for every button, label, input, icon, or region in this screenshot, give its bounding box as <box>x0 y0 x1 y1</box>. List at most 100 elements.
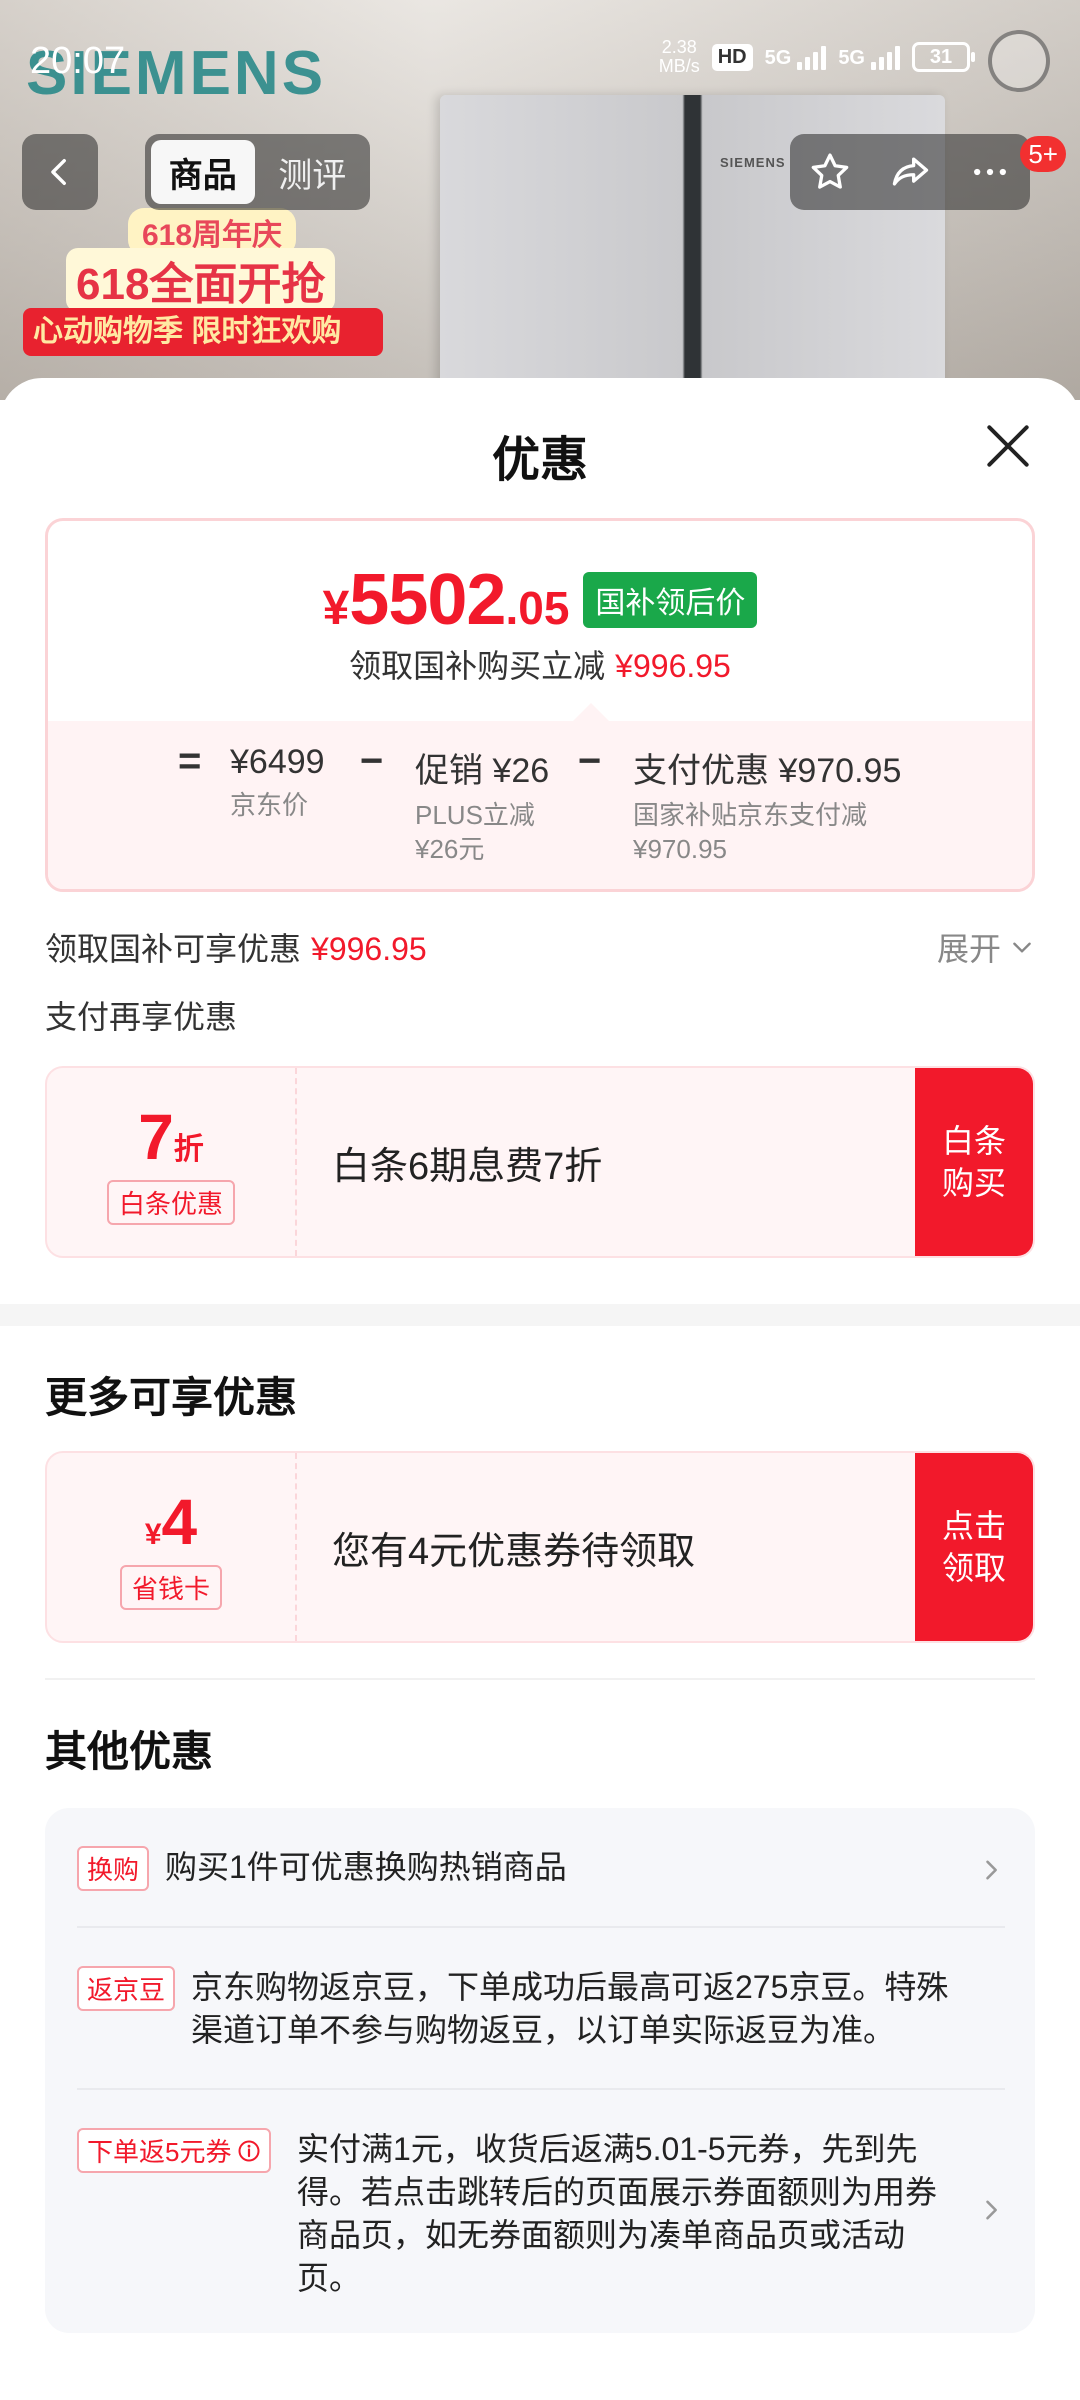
deal-tag: 换购 <box>77 1846 150 1891</box>
section-divider <box>0 1304 1080 1326</box>
coupon-currency: ¥ <box>144 1517 162 1551</box>
chevron-right-icon <box>986 2200 997 2220</box>
info-icon[interactable] <box>237 2139 261 2163</box>
coupon-description: 您有4元优惠券待领取 <box>332 1530 696 1573</box>
speed-unit: MB/s <box>658 56 700 76</box>
save-card-coupon: ¥ 4 省钱卡 您有4元优惠券待领取 点击领取 <box>45 1451 1035 1643</box>
deal-tag: 下单返5元券 <box>77 2128 272 2173</box>
minus-sign-2: − <box>578 739 602 783</box>
other-deals-title: 其他优惠 <box>45 1728 214 1775</box>
coupon-value-unit: 折 <box>173 1132 204 1166</box>
deal-tag: 返京豆 <box>77 1966 176 2011</box>
expand-label: 展开 <box>936 931 1001 967</box>
battery-icon: 31 <box>912 42 975 72</box>
share-button[interactable] <box>875 137 945 207</box>
list-item-coupon-return[interactable]: 下单返5元券 实付满1元，收货后返满5.01-5元券，先到先得。若点击跳转后的页… <box>77 2128 1005 2308</box>
price-breakdown-card: ¥ 5502 .05 国补领后价 领取国补购买立减 ¥996.95 = ¥6499… <box>45 518 1035 892</box>
price-currency: ¥ <box>322 582 350 635</box>
final-price: ¥ 5502 .05 国补领后价 <box>48 559 1032 641</box>
top-actions <box>790 134 1030 210</box>
subsidy-price-tag: 国补领后价 <box>583 572 758 628</box>
pay-discount-detail: 国家补贴京东支付减 ¥970.95 <box>633 798 901 866</box>
jd-price: ¥6499 <box>230 743 325 781</box>
promo-headline: 618全面开抢 <box>66 248 336 312</box>
speed-value: 2.38 <box>661 37 697 57</box>
more-icon <box>974 168 1006 176</box>
close-button[interactable] <box>980 418 1036 474</box>
price-decimal: .05 <box>505 582 570 634</box>
fridge-brand-label: SIEMENS <box>720 155 786 170</box>
close-icon <box>987 425 1029 467</box>
minus-sign: − <box>360 739 384 783</box>
deal-text: 实付满1元，收货后返满5.01-5元券，先到先得。若点击跳转后的页面展示券面额则… <box>297 2131 938 2296</box>
price-formula: = ¥6499 京东价 − 促销 ¥26 PLUS立减 ¥26元 − 支付优惠 … <box>48 703 1032 889</box>
subsidy-label: 领取国补可享优惠 <box>45 931 302 967</box>
thin-divider <box>45 1678 1035 1680</box>
sim1-label: 5G <box>764 47 792 69</box>
network-speed: 2.38 MB/s <box>659 38 700 76</box>
equals-sign: = <box>178 739 202 783</box>
coupon-value-area: ¥ 4 省钱卡 <box>47 1453 297 1641</box>
coupon-value: 7 折 <box>138 1100 204 1174</box>
price-subtitle: 领取国补购买立减 ¥996.95 <box>48 641 1032 687</box>
tab-review[interactable]: 测评 <box>261 140 365 204</box>
subsidy-deal-line: 领取国补可享优惠 ¥996.95 展开 <box>45 924 1035 970</box>
floating-assist-button[interactable] <box>988 30 1050 92</box>
message-badge[interactable]: 5+ <box>1020 136 1066 172</box>
back-button[interactable] <box>22 134 98 210</box>
list-item-jd-beans: 返京豆 京东购物返京豆，下单成功后最高可返275京豆。特殊渠道订单不参与购物返豆… <box>77 1966 1005 2066</box>
more-deals-title: 更多可享优惠 <box>45 1374 298 1421</box>
product-tabs: 商品 测评 <box>145 134 370 210</box>
pay-more-title: 支付再享优惠 <box>45 999 238 1035</box>
jd-price-label: 京东价 <box>230 790 309 820</box>
pay-discount-label: 国家补贴京东支付减 <box>633 800 868 830</box>
coupon-tag: 白条优惠 <box>106 1179 235 1225</box>
coupon-value-area: 7 折 白条优惠 <box>47 1068 297 1256</box>
baitiao-coupon: 7 折 白条优惠 白条6期息费7折 白条购买 <box>45 1066 1035 1258</box>
jd-price-block: ¥6499 京东价 <box>230 743 325 822</box>
subsidy-amount: ¥996.95 <box>311 931 427 967</box>
pay-discount-sub-amount: ¥970.95 <box>633 834 727 864</box>
other-deals-list: 换购 购买1件可优惠换购热销商品 返京豆 京东购物返京豆，下单成功后最高可返27… <box>45 1808 1035 2333</box>
star-icon <box>811 153 849 189</box>
promo-amount: 促销 ¥26 <box>415 752 550 790</box>
promo-banner: 618周年庆 618全面开抢 心动购物季 限时狂欢购 <box>18 200 383 380</box>
tab-product[interactable]: 商品 <box>151 140 255 204</box>
expand-button[interactable]: 展开 <box>937 924 1035 970</box>
discount-sheet: 优惠 ¥ 5502 .05 国补领后价 领取国补购买立减 ¥996.95 = ¥6… <box>0 378 1080 2400</box>
favorite-button[interactable] <box>795 137 865 207</box>
pay-discount-amount: 支付优惠 ¥970.95 <box>633 752 902 790</box>
subtitle-amount: ¥996.95 <box>615 648 731 684</box>
subtitle-label: 领取国补购买立减 <box>349 648 606 684</box>
promo-detail: PLUS立减 ¥26元 <box>415 798 549 866</box>
promo-block: 促销 ¥26 PLUS立减 ¥26元 <box>415 743 549 866</box>
coupon-description: 白条6期息费7折 <box>332 1145 603 1188</box>
coupon-value-number: 7 <box>138 1100 174 1173</box>
row-divider <box>77 1926 1005 1928</box>
pay-discount-block: 支付优惠 ¥970.95 国家补贴京东支付减 ¥970.95 <box>633 743 901 866</box>
list-item-trade-in[interactable]: 换购 购买1件可优惠换购热销商品 <box>77 1846 1005 1896</box>
signal-icon-2: 5G <box>838 44 900 70</box>
deal-text: 京东购物返京豆，下单成功后最高可返275京豆。特殊渠道订单不参与购物返豆，以订单… <box>191 1969 949 2048</box>
more-button[interactable] <box>955 137 1025 207</box>
final-price-area: ¥ 5502 .05 国补领后价 领取国补购买立减 ¥996.95 <box>48 521 1032 721</box>
chevron-left-icon <box>51 158 66 186</box>
deal-tag-label: 下单返5元券 <box>87 2137 232 2167</box>
claim-coupon-button[interactable]: 点击领取 <box>915 1453 1033 1641</box>
deal-text: 购买1件可优惠换购热销商品 <box>165 1849 567 1885</box>
price-integer: 5502 <box>349 560 506 640</box>
promo-strip: 心动购物季 限时狂欢购 <box>23 308 383 356</box>
coupon-value: ¥ 4 <box>145 1485 197 1559</box>
coupon-tag: 省钱卡 <box>119 1564 222 1610</box>
row-divider <box>77 2088 1005 2090</box>
share-icon <box>892 157 929 186</box>
promo-detail-amount: ¥26元 <box>415 834 485 864</box>
chevron-right-icon <box>986 1860 997 1880</box>
signal-icon: 5G <box>765 44 827 70</box>
sheet-title: 优惠 <box>491 434 588 487</box>
promo-detail-label: PLUS立减 <box>415 800 535 830</box>
hd-icon: HD <box>711 43 753 71</box>
status-time: 20:07 <box>30 40 126 82</box>
chevron-down-icon <box>1013 942 1031 953</box>
baitiao-buy-button[interactable]: 白条购买 <box>915 1068 1033 1256</box>
